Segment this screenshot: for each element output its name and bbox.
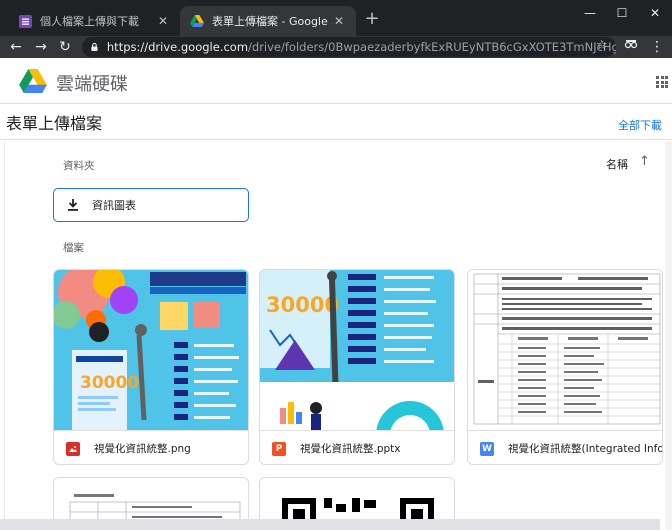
tab-title: 表單上傳檔案 - Google 雲端硬碟 (212, 15, 332, 28)
file-card-footer: W 視覺化資訊統整(Integrated Infor... (468, 430, 663, 464)
forward-icon[interactable]: → (32, 38, 50, 56)
close-icon[interactable]: ✕ (332, 14, 346, 28)
folders-section-label: 資料夾 (63, 160, 95, 172)
minimize-icon[interactable]: — (578, 4, 602, 22)
window-close-icon[interactable]: ✕ (643, 4, 667, 22)
word-file-icon: W (480, 441, 494, 456)
url-path: /drive/folders/0BwpaezaderbyfkExRUEyNTB6… (248, 40, 616, 54)
lock-icon (91, 42, 98, 52)
horizontal-scrollbar[interactable] (0, 519, 660, 530)
download-icon (68, 199, 78, 211)
url-text: https://drive.google.com/drive/folders/0… (107, 40, 616, 54)
image-file-icon (66, 441, 80, 456)
drive-brand-title: 雲端硬碟 (56, 74, 128, 95)
folder-item[interactable]: 資訊圖表 (53, 188, 249, 222)
forms-icon (18, 14, 32, 28)
page-title: 表單上傳檔案 (6, 114, 103, 133)
divider (4, 141, 5, 530)
folder-title-bar: 表單上傳檔案 全部下載 (0, 104, 672, 140)
thumb-number-text: 30000 (80, 373, 139, 393)
browser-window: 個人檔案上傳與下載 ✕ 表單上傳檔案 - Google 雲端硬碟 ✕ + — ☐… (0, 0, 672, 530)
google-drive-logo-icon (19, 69, 47, 93)
tab-title: 個人檔案上傳與下載 (40, 15, 139, 28)
vertical-scrollbar[interactable] (665, 141, 672, 530)
file-thumbnail (468, 270, 662, 430)
file-name: 視覺化資訊統整.png (94, 443, 191, 455)
file-list-area: 資料夾 名稱 ↑ 資訊圖表 檔案 30000 視覺化資訊統整.png 30000… (0, 141, 672, 530)
file-thumbnail: 30000 (260, 270, 454, 430)
address-bar[interactable]: https://drive.google.com/drive/folders/0… (82, 37, 616, 57)
maximize-icon[interactable]: ☐ (610, 4, 634, 22)
tab-strip: 個人檔案上傳與下載 ✕ 表單上傳檔案 - Google 雲端硬碟 ✕ + — ☐… (0, 0, 672, 36)
files-section-label: 檔案 (63, 242, 84, 254)
file-name: 視覺化資訊統整(Integrated Infor... (508, 443, 663, 455)
thumb-number-text: 30000 (266, 293, 339, 317)
menu-dots-icon[interactable]: ⋮ (648, 38, 666, 56)
file-card-pptx[interactable]: 30000 P 視覺化資訊統整.pptx (259, 269, 455, 465)
slides-file-icon: P (272, 441, 286, 456)
drive-icon (190, 14, 204, 28)
reload-icon[interactable]: ↻ (56, 38, 74, 56)
bookmark-star-icon[interactable]: ☆ (596, 38, 608, 53)
drive-header: 雲端硬碟 (0, 58, 672, 104)
browser-toolbar: ← → ↻ https://drive.google.com/drive/fol… (0, 36, 672, 58)
tab-forms[interactable]: 個人檔案上傳與下載 ✕ (8, 6, 180, 36)
sort-by-name-button[interactable]: 名稱 (606, 156, 628, 172)
extension-icon[interactable] (622, 38, 640, 56)
tab-drive[interactable]: 表單上傳檔案 - Google 雲端硬碟 ✕ (180, 6, 356, 36)
url-host: https://drive.google.com (106, 40, 249, 54)
file-card-footer: P 視覺化資訊統整.pptx (260, 430, 454, 464)
folder-name: 資訊圖表 (92, 199, 136, 212)
back-icon[interactable]: ← (7, 38, 25, 56)
close-icon[interactable]: ✕ (156, 14, 170, 28)
apps-grid-icon[interactable] (656, 76, 668, 88)
sort-ascending-icon[interactable]: ↑ (639, 154, 650, 169)
file-card-png[interactable]: 30000 視覺化資訊統整.png (53, 269, 249, 465)
file-card-doc[interactable]: W 視覺化資訊統整(Integrated Infor... (467, 269, 663, 465)
download-all-button[interactable]: 全部下載 (618, 117, 662, 133)
new-tab-icon[interactable]: + (362, 9, 382, 29)
file-card-footer: 視覺化資訊統整.png (54, 430, 248, 464)
file-thumbnail: 30000 (54, 270, 248, 430)
file-name: 視覺化資訊統整.pptx (300, 443, 401, 455)
